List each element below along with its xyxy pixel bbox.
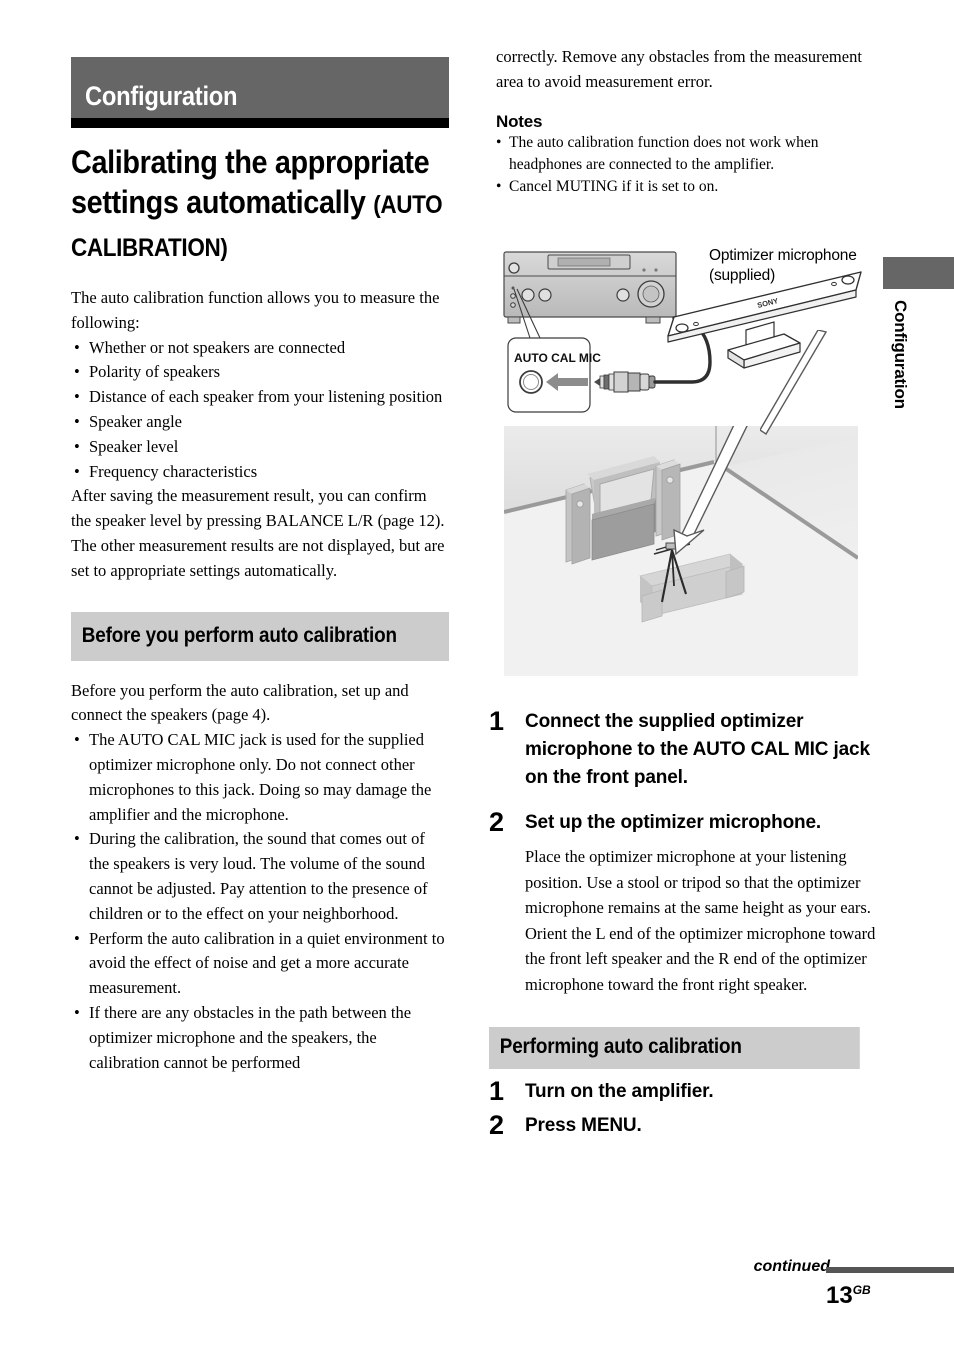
step-2-description: Place the optimizer microphone at your l…: [525, 847, 876, 994]
list-item: Speaker level: [71, 435, 449, 460]
auto-cal-mic-callout: AUTO CAL MIC: [507, 337, 601, 413]
step-number: 2: [489, 807, 505, 837]
mic-plug-illustration: [594, 371, 656, 393]
section-heading-before-label: Before you perform auto calibration: [71, 611, 449, 661]
notes-list: The auto calibration function does not w…: [496, 132, 868, 198]
page-number-suffix: GB: [852, 1283, 871, 1297]
perform-step-1: 1 Turn on the amplifier.: [489, 1078, 879, 1106]
left-column: Configuration Calibrating the appropriat…: [71, 57, 449, 1075]
step-label: Connect the supplied optimizer microphon…: [525, 711, 870, 788]
list-item: Whether or not speakers are connected: [71, 336, 449, 361]
before-intro-paragraph: Before you perform the auto calibration,…: [71, 679, 449, 729]
step-number: 1: [489, 1076, 505, 1106]
before-intro-text: Before you perform the auto calibration,…: [71, 680, 409, 725]
figure-listening-room: [504, 426, 858, 676]
step-1: 1 Connect the supplied optimizer microph…: [489, 708, 879, 792]
perform-step-2: 2 Press MENU.: [489, 1112, 879, 1140]
after-saving-text: After saving the measurement result, you…: [71, 486, 445, 580]
list-item: During the calibration, the sound that c…: [71, 827, 449, 926]
intro-paragraph: The auto calibration function allows you…: [71, 286, 449, 336]
auto-cal-mic-label: AUTO CAL MIC: [514, 351, 601, 365]
step-label: Turn on the amplifier.: [525, 1081, 714, 1102]
chapter-title: Configuration: [85, 81, 238, 111]
right-column-top: correctly. Remove any obstacles from the…: [496, 45, 868, 198]
list-item: Perform the auto calibration in a quiet …: [71, 927, 449, 1001]
optimizer-microphone-caption: Optimizer microphone (supplied): [709, 247, 857, 284]
section-heading-before: Before you perform auto calibration: [71, 611, 491, 661]
step-2: 2 Set up the optimizer microphone.: [489, 809, 879, 837]
step-label: Press MENU.: [525, 1115, 642, 1136]
page-title: Calibrating the appropriate settings aut…: [71, 142, 449, 268]
before-bullets: The AUTO CAL MIC jack is used for the su…: [71, 728, 449, 1075]
footer-rule: [826, 1267, 954, 1273]
section-heading-performing-label: Performing auto calibration: [489, 1027, 860, 1069]
list-item: The auto calibration function does not w…: [496, 132, 868, 176]
step-label: Set up the optimizer microphone.: [525, 812, 822, 833]
section-heading-performing: Performing auto calibration: [489, 1027, 879, 1069]
list-item: Cancel MUTING if it is set to on.: [496, 176, 868, 198]
manual-page: Configuration Calibrating the appropriat…: [0, 0, 954, 1352]
side-tab-marker: [883, 257, 954, 289]
notes-heading: Notes: [496, 111, 543, 131]
chapter-rule: [71, 118, 449, 128]
chapter-header-bar: Configuration: [71, 57, 449, 118]
amplifier-illustration: [503, 251, 677, 324]
list-item: Frequency characteristics: [71, 460, 449, 485]
list-item: If there are any obstacles in the path b…: [71, 1001, 449, 1075]
list-item: Speaker angle: [71, 410, 449, 435]
side-tab-label: Configuration: [891, 300, 910, 409]
steps-section: 1 Connect the supplied optimizer microph…: [489, 696, 879, 1140]
list-item: Distance of each speaker from your liste…: [71, 385, 449, 410]
page-number-value: 13: [826, 1282, 853, 1309]
after-saving-paragraph: After saving the measurement result, you…: [71, 484, 449, 583]
step-number: 1: [489, 706, 505, 736]
continued-label: continued: [753, 1258, 830, 1275]
list-item: Polarity of speakers: [71, 360, 449, 385]
step-number: 2: [489, 1110, 505, 1140]
intro-text: The auto calibration function allows you…: [71, 288, 440, 332]
measure-list: Whether or not speakers are connected Po…: [71, 336, 449, 485]
page-number: 13GB: [826, 1282, 871, 1310]
pointer-arrow-upper-segment: [760, 330, 828, 435]
continuation-paragraph: correctly. Remove any obstacles from the…: [496, 45, 868, 95]
continuation-text: correctly. Remove any obstacles from the…: [496, 47, 862, 91]
list-item: The AUTO CAL MIC jack is used for the su…: [71, 728, 449, 827]
